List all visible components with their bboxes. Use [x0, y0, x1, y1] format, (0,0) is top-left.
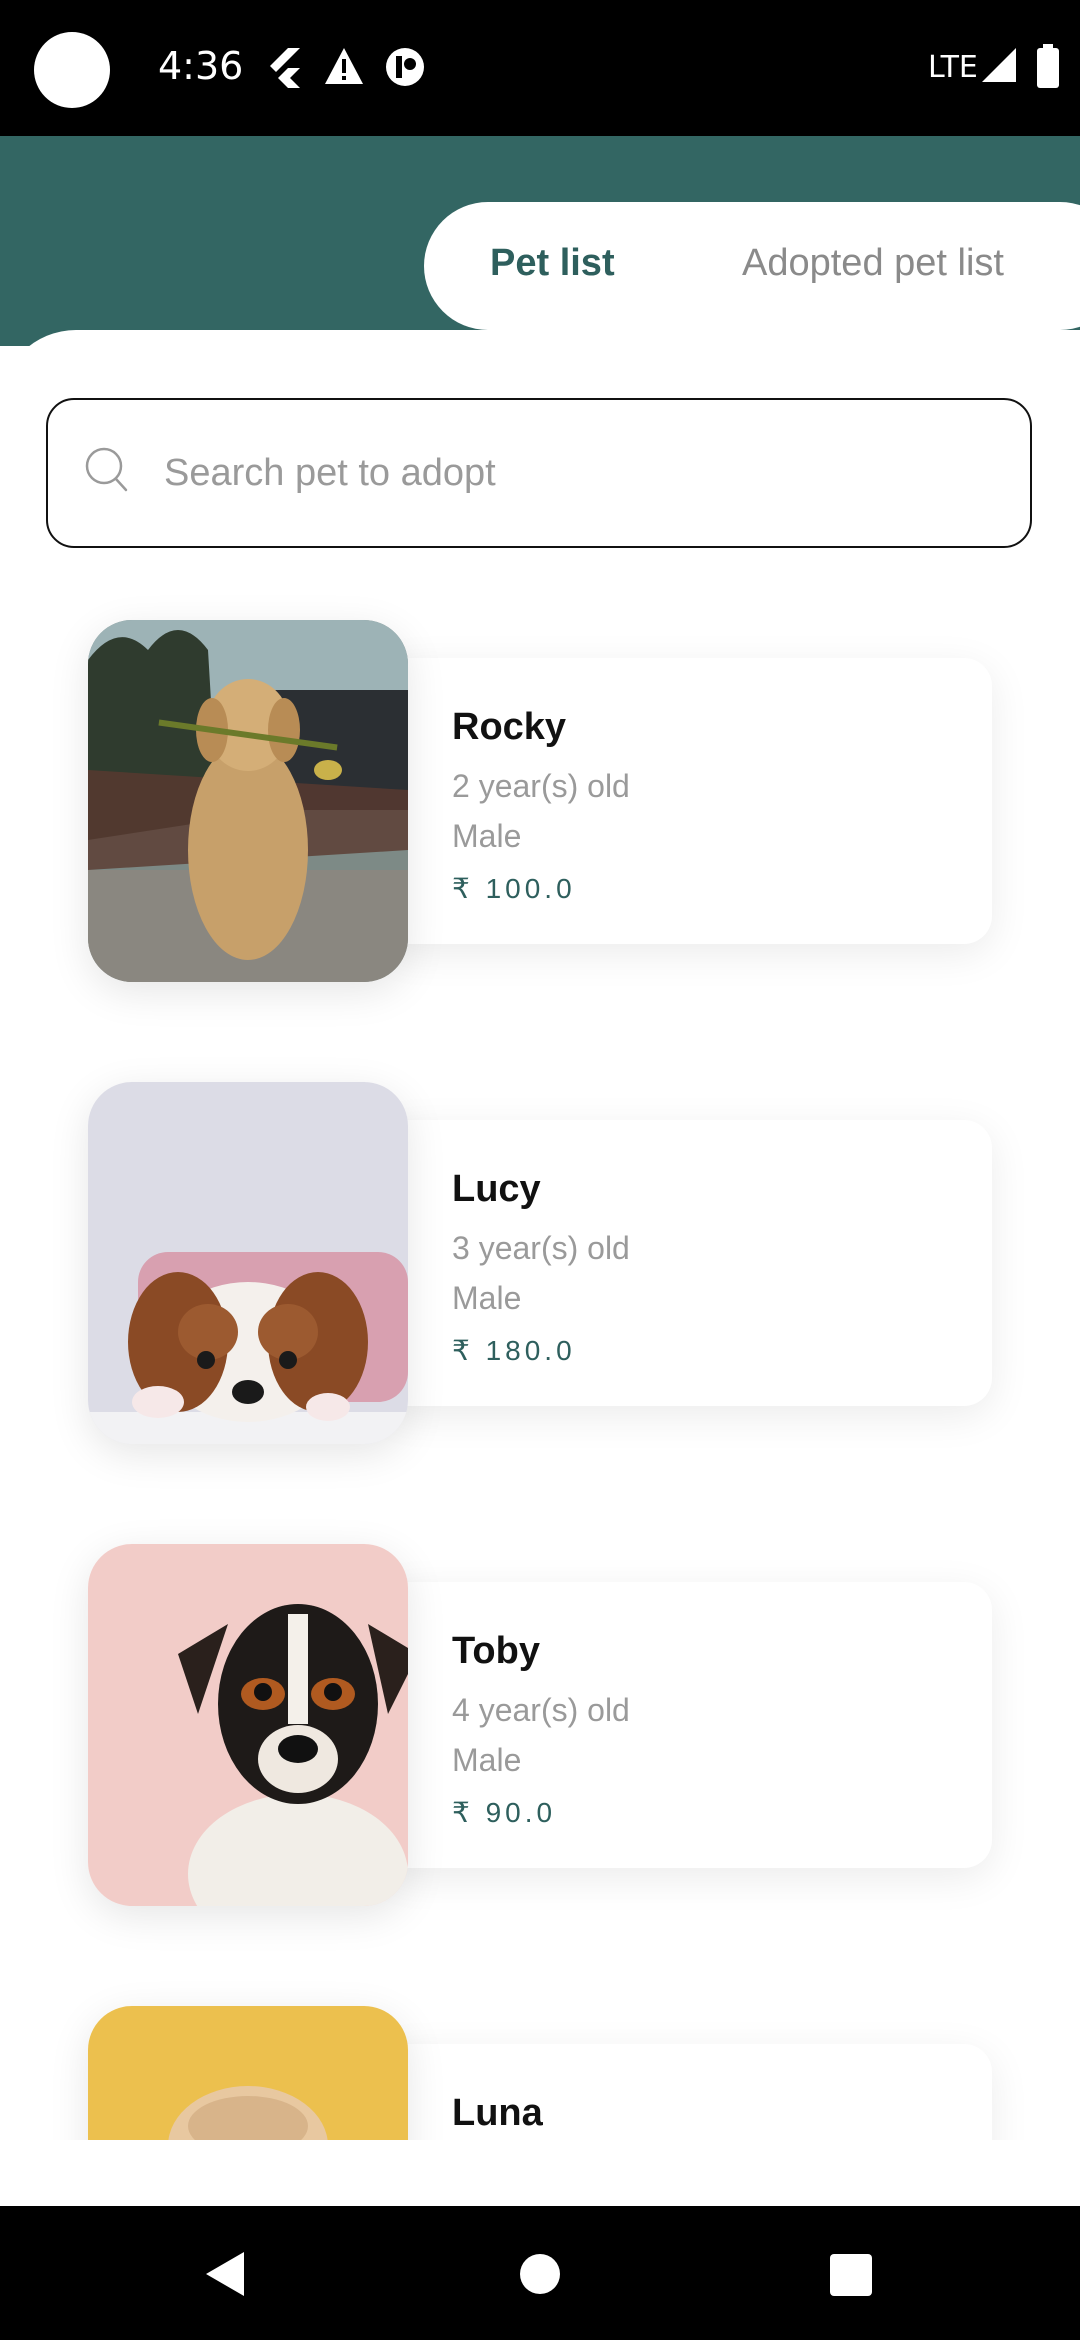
tab-adopted-pet-list[interactable]: Adopted pet list: [742, 242, 1004, 285]
screen-corner: [1020, 0, 1080, 60]
pet-price: ₹ 100.0: [452, 873, 576, 904]
recents-icon[interactable]: [830, 2254, 872, 2296]
tab-bar: Pet list Adopted pet list: [424, 202, 1080, 330]
pet-card[interactable]: Rocky 2 year(s) old Male ₹ 100.0: [0, 620, 1080, 990]
pet-info-panel: Lucy 3 year(s) old Male ₹ 180.0: [380, 1120, 992, 1406]
screen-corner: [0, 2280, 60, 2340]
pet-card[interactable]: Toby 4 year(s) old Male ₹ 90.0: [0, 1544, 1080, 1914]
flutter-icon: [270, 48, 300, 88]
pet-gender: Male: [452, 1742, 522, 1778]
warning-icon: [325, 48, 363, 84]
pet-photo: [88, 1082, 408, 1444]
screen-corner: [0, 0, 60, 60]
pet-age: 4 year(s) old: [452, 1692, 630, 1728]
pet-photo: [88, 620, 408, 982]
pet-info-panel: Rocky 2 year(s) old Male ₹ 100.0: [380, 658, 992, 944]
tab-pet-list[interactable]: Pet list: [490, 242, 615, 285]
pet-gender: Male: [452, 1280, 522, 1316]
back-icon[interactable]: [204, 2250, 248, 2298]
pet-age: 2 year(s) old: [452, 768, 630, 804]
pet-name: Rocky: [452, 706, 567, 748]
search-field[interactable]: Search pet to adopt: [46, 398, 1032, 548]
pet-gender: Male: [452, 818, 522, 854]
navigation-bar: [0, 2206, 1080, 2340]
pet-age: 3 year(s) old: [452, 1230, 630, 1266]
home-icon[interactable]: [520, 2254, 560, 2294]
pet-card[interactable]: Luna: [0, 2006, 1080, 2140]
screen-corner: [1020, 2280, 1080, 2340]
pet-price: ₹ 180.0: [452, 1335, 576, 1366]
pet-name: Lucy: [452, 1168, 541, 1210]
network-label: LTE: [928, 50, 978, 85]
search-icon: [85, 447, 128, 492]
pet-name: Toby: [452, 1630, 540, 1672]
main-content: Search pet to adopt Rocky 2 year(s) old …: [0, 330, 1080, 2140]
pet-photo: [88, 2006, 408, 2140]
pet-card[interactable]: Lucy 3 year(s) old Male ₹ 180.0: [0, 1082, 1080, 1452]
pet-photo: [88, 1544, 408, 1906]
pet-info-panel: Luna: [380, 2044, 992, 2140]
pet-price: ₹ 90.0: [452, 1797, 557, 1828]
app-icon: [386, 48, 424, 86]
status-bar: 4:36 LTE: [0, 0, 1080, 136]
signal-icon: [982, 48, 1016, 82]
status-time: 4:36: [158, 44, 244, 88]
pet-name: Luna: [452, 2092, 543, 2134]
search-input[interactable]: Search pet to adopt: [164, 452, 496, 495]
pet-info-panel: Toby 4 year(s) old Male ₹ 90.0: [380, 1582, 992, 1868]
